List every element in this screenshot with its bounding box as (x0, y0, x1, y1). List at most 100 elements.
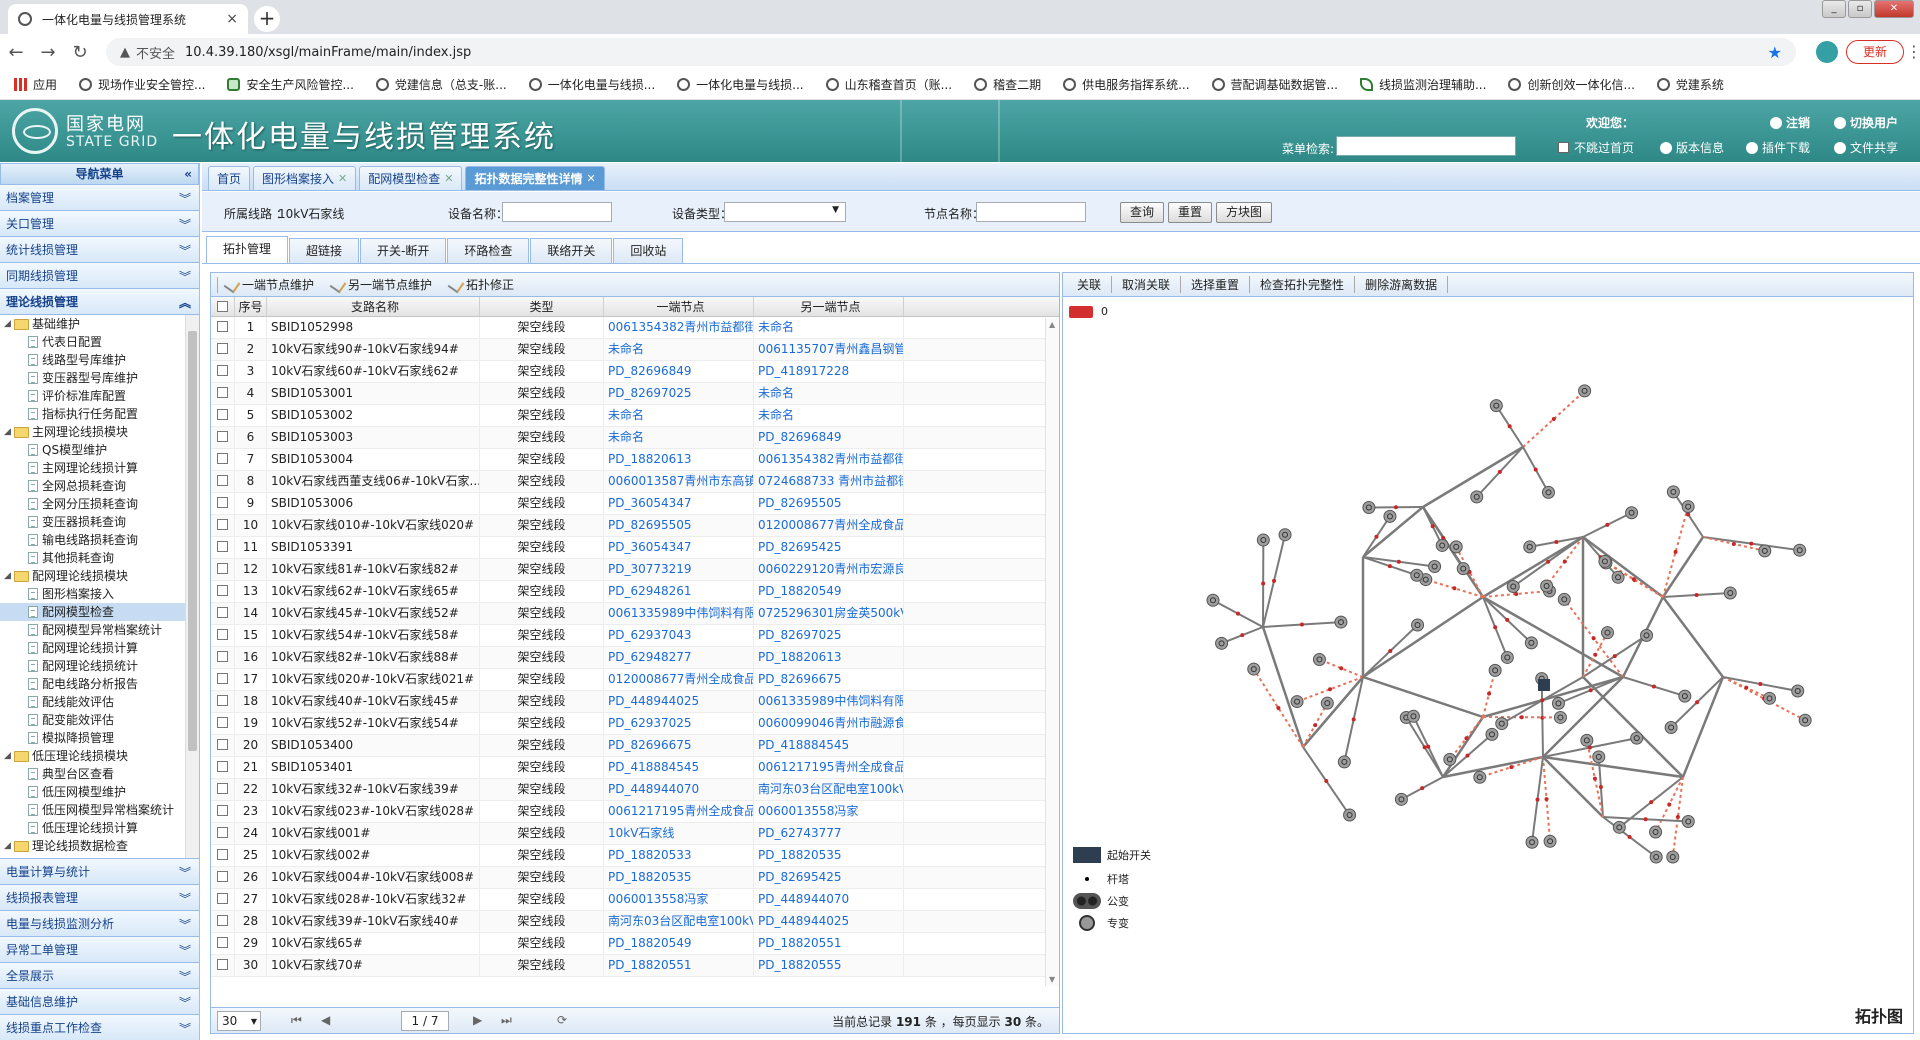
tree-folder[interactable]: ◢ 主网理论线损模块 (0, 423, 199, 441)
row-node-b[interactable]: PD_82696849 (754, 427, 904, 448)
row-node-a[interactable]: 0061354382青州市益都街 (604, 317, 754, 338)
row-node-b[interactable]: PD_82695425 (754, 537, 904, 558)
row-node-b[interactable]: 0061217195青州全成食品 (754, 757, 904, 778)
table-row[interactable]: 14 10kV石家线45#-10kV石家线52# 架空线段 0061335989中伟饲… (211, 603, 1059, 625)
bookmark-item[interactable]: 营配调基础数据管... (1211, 76, 1338, 93)
row-node-a[interactable]: PD_82696675 (604, 735, 754, 756)
row-node-b[interactable]: PD_448944025 (754, 911, 904, 932)
device-name-input[interactable] (502, 202, 612, 222)
row-checkbox-cell[interactable] (211, 317, 235, 338)
row-node-a[interactable]: PD_18820551 (604, 955, 754, 976)
node-a-link[interactable]: PD_62948261 (608, 584, 692, 598)
row-checkbox-cell[interactable] (211, 361, 235, 382)
table-row[interactable]: 2 10kV石家线90#-10kV石家线94# 架空线段 未命名 0061135707青… (211, 339, 1059, 361)
table-row[interactable]: 5 SBID1053002 架空线段 未命名 未命名 (211, 405, 1059, 427)
tree-leaf[interactable]: 评价标准库配置 (0, 387, 199, 405)
row-node-a[interactable]: 10kV石家线 (604, 823, 754, 844)
row-node-b[interactable]: 0120008677青州全成食品 (754, 515, 904, 536)
table-row[interactable]: 7 SBID1053004 架空线段 PD_18820613 0061354382青州市… (211, 449, 1059, 471)
row-checkbox-cell[interactable] (211, 823, 235, 844)
expand-toggle-icon[interactable]: ◢ (4, 567, 14, 585)
table-row[interactable]: 19 10kV石家线52#-10kV石家线54# 架空线段 PD_62937025 00… (211, 713, 1059, 735)
node-a-link[interactable]: PD_82696675 (608, 738, 692, 752)
row-node-a[interactable]: PD_82695505 (604, 515, 754, 536)
bookmark-item[interactable]: 一体化电量与线损... (677, 76, 804, 93)
table-row[interactable]: 8 10kV石家线西董支线06#-10kV石家... 架空线段 0060013587青… (211, 471, 1059, 493)
table-row[interactable]: 28 10kV石家线39#-10kV石家线40# 架空线段 南河东03台区配电室100… (211, 911, 1059, 933)
close-tab-icon[interactable]: ✕ (587, 168, 596, 190)
row-node-b[interactable]: 0725296301房金英500kV (754, 603, 904, 624)
node-b-link[interactable]: 0061354382青州市益都街 (758, 452, 903, 466)
table-row[interactable]: 30 10kV石家线70# 架空线段 PD_18820551 PD_18820555 (211, 955, 1059, 977)
checkbox-icon[interactable] (217, 607, 228, 618)
refresh-icon[interactable]: ⟳ (557, 1013, 567, 1027)
node-a-link[interactable]: 未命名 (608, 408, 644, 422)
tree-leaf[interactable]: 全网总损耗查询 (0, 477, 199, 495)
node-a-link[interactable]: PD_62937025 (608, 716, 692, 730)
expand-toggle-icon[interactable]: ◢ (4, 423, 14, 441)
row-checkbox-cell[interactable] (211, 757, 235, 778)
page-tab[interactable]: 首页 (208, 166, 251, 190)
checkbox-icon[interactable] (217, 431, 228, 442)
scroll-down-icon[interactable]: ▼ (1049, 975, 1055, 984)
node-a-link[interactable]: PD_448944070 (608, 782, 699, 796)
table-row[interactable]: 16 10kV石家线82#-10kV石家线88# 架空线段 PD_62948277 PD… (211, 647, 1059, 669)
tree-leaf[interactable]: 变压器型号库维护 (0, 369, 199, 387)
row-node-b[interactable]: PD_82695505 (754, 493, 904, 514)
sub-tab[interactable]: 环路检查 (447, 238, 530, 263)
node-b-link[interactable]: PD_448944070 (758, 892, 849, 906)
row-node-a[interactable]: PD_18820533 (604, 845, 754, 866)
node-b-link[interactable]: PD_82696675 (758, 672, 842, 686)
chevron-down-icon[interactable]: ︾ (179, 942, 191, 959)
node-a-link[interactable]: PD_30773219 (608, 562, 692, 576)
sidebar-section[interactable]: 理论线损管理 ︽ (0, 289, 199, 315)
table-row[interactable]: 1 SBID1052998 架空线段 0061354382青州市益都街 未命名 (211, 317, 1059, 339)
node-b-link[interactable]: PD_418884545 (758, 738, 849, 752)
table-row[interactable]: 3 10kV石家线60#-10kV石家线62# 架空线段 PD_82696849 PD_… (211, 361, 1059, 383)
sub-tab[interactable]: 开关-断开 (360, 238, 447, 263)
row-checkbox-cell[interactable] (211, 625, 235, 646)
node-a-link[interactable]: PD_18820535 (608, 870, 692, 884)
node-a-link[interactable]: PD_82697025 (608, 386, 692, 400)
tree-leaf[interactable]: 配网模型检查 (0, 603, 199, 621)
sidebar-section[interactable]: 线损重点工作检查 ︾ (0, 1015, 199, 1040)
node-name-input[interactable] (976, 202, 1086, 222)
more-menu-icon[interactable]: ⋮ (1906, 42, 1920, 61)
col-node-a[interactable]: 一端节点 (604, 297, 754, 316)
tree-leaf[interactable]: 配变能效评估 (0, 711, 199, 729)
device-type-select[interactable]: ▼ (724, 202, 846, 222)
row-node-b[interactable]: 未命名 (754, 383, 904, 404)
checkbox-icon[interactable] (217, 563, 228, 574)
table-row[interactable]: 12 10kV石家线81#-10kV石家线82# 架空线段 PD_30773219 00… (211, 559, 1059, 581)
tree-folder[interactable]: ◢ 配网理论线损模块 (0, 567, 199, 585)
url-input[interactable]: ▲ 不安全 10.4.39.180/xsgl/mainFrame/main/in… (106, 38, 1796, 66)
row-node-a[interactable]: 未命名 (604, 339, 754, 360)
plugin-download-link[interactable]: 插件下载 (1746, 139, 1810, 156)
expand-toggle-icon[interactable]: ◢ (4, 315, 14, 333)
row-checkbox-cell[interactable] (211, 845, 235, 866)
sidebar-section[interactable]: 线损报表管理 ︾ (0, 885, 199, 911)
reset-button[interactable]: 重置 (1168, 202, 1212, 223)
skip-home-checkbox[interactable]: 不跳过首页 (1558, 139, 1634, 156)
sidebar-section[interactable]: 电量与线损监测分析 ︾ (0, 911, 199, 937)
sidebar-section[interactable]: 异常工单管理 ︾ (0, 937, 199, 963)
tree-leaf[interactable]: 模拟降损管理 (0, 729, 199, 747)
tree-leaf[interactable]: 典型台区查看 (0, 765, 199, 783)
node-b-link[interactable]: 0724688733 青州市益都街 (758, 474, 903, 488)
checkbox-icon[interactable] (217, 827, 228, 838)
chevron-down-icon[interactable]: ︾ (179, 1020, 191, 1037)
node-b-link[interactable]: 未命名 (758, 408, 794, 422)
node-a-link[interactable]: 0060013587青州市东高镇 (608, 474, 753, 488)
tree-leaf[interactable]: 图形档案接入 (0, 585, 199, 603)
node-b-link[interactable]: PD_18820549 (758, 584, 842, 598)
row-node-b[interactable]: 0061335989中伟饲料有限 (754, 691, 904, 712)
row-checkbox-cell[interactable] (211, 581, 235, 602)
node-a-link[interactable]: PD_82696849 (608, 364, 692, 378)
page-size-select[interactable]: 30 ▼ (217, 1011, 261, 1031)
tree-scroll-thumb[interactable] (188, 331, 197, 751)
browser-tab[interactable]: 一体化电量与线损管理系统 × (8, 4, 248, 34)
row-node-b[interactable]: 未命名 (754, 405, 904, 426)
bookmark-item[interactable]: 党建信息（总支-账... (375, 76, 507, 93)
row-node-b[interactable]: PD_82697025 (754, 625, 904, 646)
node-b-link[interactable]: PD_418917228 (758, 364, 849, 378)
